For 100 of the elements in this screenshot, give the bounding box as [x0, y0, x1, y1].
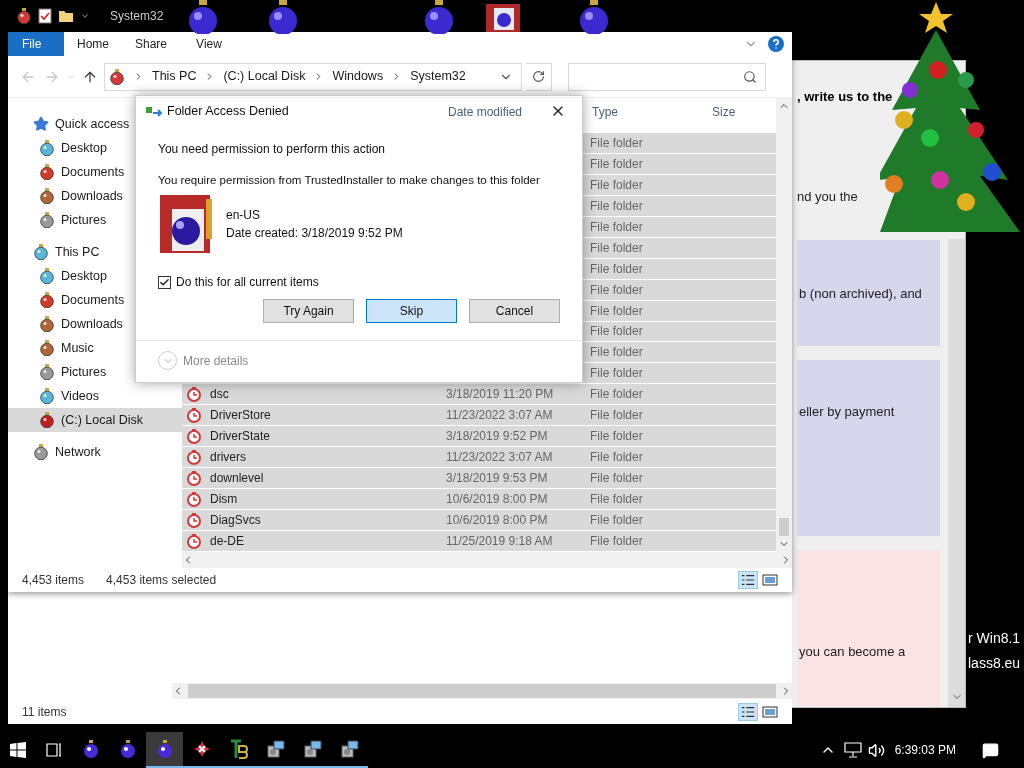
column-header[interactable]: Date modified — [446, 100, 590, 124]
ornament-icon — [39, 268, 55, 284]
details-view-icon[interactable] — [738, 703, 758, 721]
refresh-icon — [532, 70, 545, 83]
type-cell: File folder — [590, 198, 643, 213]
file-name: DriverState — [210, 428, 271, 446]
file-name: drivers — [210, 449, 246, 467]
ribbon-tab[interactable]: Share — [122, 32, 180, 56]
volume-icon — [867, 741, 885, 759]
dialog-button[interactable]: Skip — [366, 299, 457, 324]
thumbnail-view-icon[interactable] — [762, 705, 778, 719]
file-name: DiagSvcs — [210, 512, 261, 530]
caret-icon — [80, 11, 90, 21]
dialog-message: You need permission to perform this action — [158, 141, 386, 158]
sidebar-item[interactable]: Pictures — [8, 208, 182, 232]
page-text: nd you the — [797, 187, 859, 206]
folder-move-icon — [146, 105, 164, 117]
notification-icon — [982, 741, 999, 759]
ornament-icon — [39, 292, 55, 308]
type-cell: File folder — [590, 240, 643, 255]
checkbox[interactable] — [158, 275, 171, 289]
window-title: System32 — [110, 8, 164, 25]
status-text: 4,453 items — [22, 572, 85, 589]
type-cell: File folder — [590, 534, 643, 548]
type-cell: File folder — [590, 345, 643, 360]
ornament-icon — [39, 364, 55, 380]
vertical-scrollbar[interactable] — [776, 98, 792, 552]
clock[interactable]: 6:39:03 PM — [894, 741, 956, 759]
checklist-icon[interactable] — [38, 8, 52, 24]
date-cell: 3/18/2019 11:20 PM — [446, 387, 554, 402]
type-cell: File folder — [590, 492, 643, 507]
date-cell: 3/18/2019 9:52 PM — [446, 429, 548, 444]
type-cell: File folder — [590, 471, 643, 486]
horizontal-scrollbar[interactable] — [182, 552, 792, 568]
file-row[interactable]: DiagSvcs 10/6/2019 8:00 PM File folder — [182, 510, 776, 532]
tile-icon — [486, 4, 520, 32]
sidebar-item[interactable]: Pictures — [8, 360, 182, 384]
type-cell: File folder — [590, 513, 643, 528]
thumbnail-view-icon[interactable] — [762, 573, 778, 587]
scrollbar[interactable] — [948, 239, 965, 707]
check-icon — [159, 276, 170, 288]
scroll-thumb[interactable] — [188, 684, 776, 698]
type-cell: File folder — [590, 303, 643, 318]
address-bar[interactable]: This PC (C:) Local Disk Windows System32 — [104, 62, 522, 91]
breadcrumb-item[interactable]: Windows — [332, 67, 384, 86]
cross-badge-icon — [192, 740, 211, 758]
breadcrumb-item[interactable]: System32 — [410, 67, 466, 86]
ornament-icon — [39, 188, 55, 204]
refresh-button[interactable] — [526, 62, 552, 91]
page-heading: , write us to the — [797, 88, 894, 106]
date-cell: 10/6/2019 8:00 PM — [446, 492, 548, 507]
dialog-button[interactable]: Cancel — [469, 299, 560, 324]
desktop-text: r Win8.1 — [968, 629, 1021, 648]
setup-icon — [340, 740, 359, 758]
task-view-icon — [46, 743, 62, 757]
item-date: Date created: 3/18/2019 9:52 PM — [226, 225, 403, 243]
file-row[interactable]: dsc 3/18/2019 11:20 PM File folder — [182, 384, 776, 406]
ornament-icon — [109, 68, 125, 85]
ribbon-tab[interactable]: View — [180, 32, 238, 56]
details-view-icon[interactable] — [738, 571, 758, 589]
panel-text: b (non archived), and — [799, 285, 923, 303]
ornament-icon — [39, 388, 55, 404]
file-row[interactable]: de-DE 11/25/2019 9:18 AM File folder — [182, 531, 776, 552]
file-row[interactable]: Dism 10/6/2019 8:00 PM File folder — [182, 489, 776, 511]
ornament-icon — [16, 8, 32, 24]
breadcrumb-item[interactable]: This PC — [152, 67, 197, 86]
file-name: DriverStore — [210, 407, 271, 425]
setup-icon — [266, 740, 285, 758]
ribbon-tab[interactable]: File — [8, 32, 64, 56]
type-cell: File folder — [590, 324, 643, 339]
dialog-button[interactable]: Try Again — [263, 299, 354, 324]
ornament-icon — [39, 140, 55, 156]
network-icon[interactable] — [843, 742, 862, 758]
horizontal-scrollbar[interactable] — [172, 683, 792, 699]
date-cell: 11/25/2019 9:18 AM — [446, 534, 553, 548]
scroll-thumb[interactable] — [779, 518, 789, 536]
ribbon-tab[interactable]: Home — [64, 32, 122, 56]
file-row[interactable]: downlevel 3/18/2019 9:53 PM File folder — [182, 468, 776, 490]
sidebar-item[interactable]: Downloads — [8, 312, 182, 336]
windows-logo-icon — [10, 742, 26, 758]
sidebar-item[interactable]: (C:) Local Disk — [8, 408, 182, 432]
help-icon[interactable] — [768, 36, 784, 52]
type-cell: File folder — [590, 366, 643, 381]
sidebar-item[interactable]: Music — [8, 336, 182, 360]
ornament-icon — [39, 212, 55, 228]
file-row[interactable]: DriverStore 11/23/2022 3:07 AM File folder — [182, 405, 776, 427]
file-row[interactable]: drivers 11/23/2022 3:07 AM File folder — [182, 447, 776, 469]
ornament-icon — [33, 244, 49, 260]
column-header[interactable]: Type — [590, 100, 710, 124]
sidebar-item[interactable]: Videos — [8, 384, 182, 408]
type-cell: File folder — [590, 450, 643, 465]
search-field[interactable] — [568, 62, 766, 91]
column-header[interactable]: Size — [710, 100, 776, 124]
file-row[interactable]: DriverState 3/18/2019 9:52 PM File folder — [182, 426, 776, 448]
sidebar-item[interactable]: Network — [8, 440, 182, 464]
sidebar-item[interactable]: This PC — [8, 240, 182, 264]
file-name: dsc — [210, 386, 229, 404]
more-details-link[interactable]: More details — [183, 351, 249, 370]
type-cell: File folder — [590, 429, 643, 444]
breadcrumb-item[interactable]: (C:) Local Disk — [223, 67, 306, 86]
